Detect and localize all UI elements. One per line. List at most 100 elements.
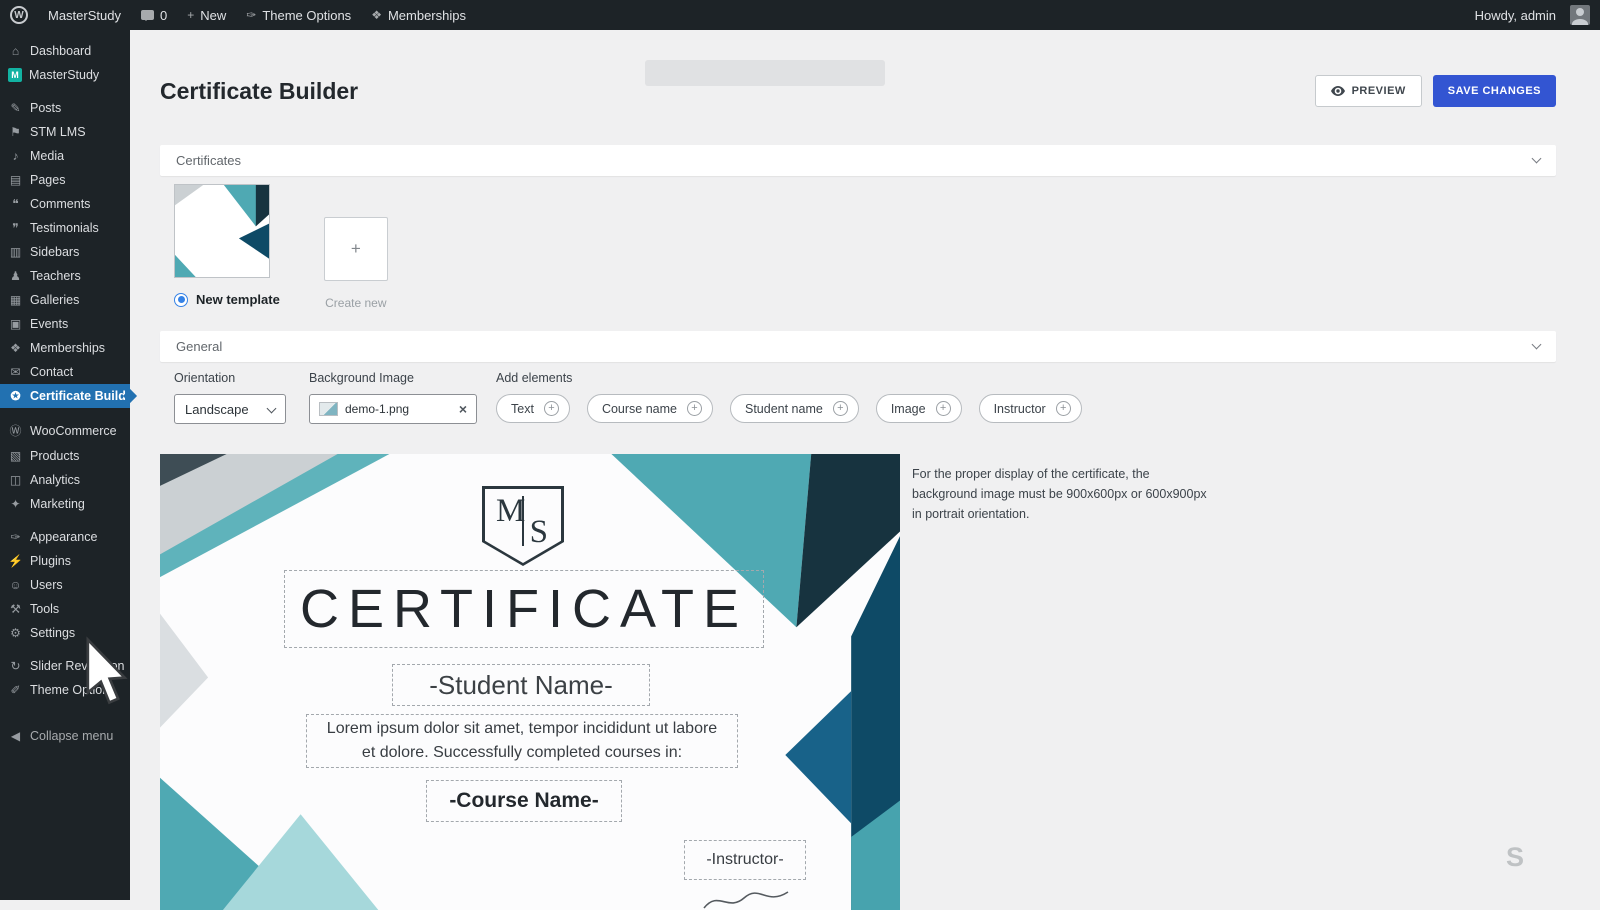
sidebar-item-marketing[interactable]: ✦Marketing bbox=[0, 492, 130, 516]
plus-icon: + bbox=[351, 239, 361, 259]
certificate-template-thumbnail[interactable] bbox=[174, 184, 270, 278]
slider-revolution-icon: ↻ bbox=[8, 659, 23, 673]
sidebar-item-dashboard[interactable]: ⌂ Dashboard bbox=[0, 39, 130, 63]
sidebar-item-products[interactable]: ▧Products bbox=[0, 444, 130, 468]
sidebar-item-media[interactable]: ♪Media bbox=[0, 144, 130, 168]
collapse-icon: ◀ bbox=[8, 729, 23, 743]
sidebar-item-label: Plugins bbox=[30, 554, 71, 568]
sidebar-item-masterstudy[interactable]: MMasterStudy bbox=[0, 63, 130, 87]
contact-icon: ✉ bbox=[8, 365, 23, 379]
description-text-element[interactable]: Lorem ipsum dolor sit amet, tempor incid… bbox=[306, 714, 738, 768]
instructor-element[interactable]: -Instructor- bbox=[684, 840, 806, 880]
logo-letter-m: M bbox=[496, 495, 525, 528]
account-menu[interactable]: Howdy, admin bbox=[1465, 0, 1600, 30]
sidebar-collapse-menu[interactable]: ◀Collapse menu bbox=[0, 724, 130, 748]
sidebar-item-comments[interactable]: ❝ Comments bbox=[0, 192, 130, 216]
dashboard-icon: ⌂ bbox=[8, 44, 23, 58]
add-instructor-button[interactable]: Instructor+ bbox=[979, 394, 1082, 423]
general-panel-body: Orientation Landscape Background Image d… bbox=[160, 362, 1556, 440]
media-icon: ♪ bbox=[8, 149, 23, 163]
sidebar-item-tools[interactable]: ⚒ Tools bbox=[0, 597, 130, 621]
admin-bar: W MasterStudy 0 + New ✑ Theme Options ❖ … bbox=[0, 0, 1600, 30]
sidebar-item-label: Theme Options bbox=[30, 683, 115, 697]
pill-label: Text bbox=[511, 402, 534, 416]
save-changes-button[interactable]: SAVE CHANGES bbox=[1433, 75, 1556, 107]
stm-lms-icon: ⚑ bbox=[8, 125, 23, 139]
sidebar-item-label: Sidebars bbox=[30, 245, 79, 259]
sidebar-item-teachers[interactable]: ♟Teachers bbox=[0, 264, 130, 288]
sidebar-item-label: Slider Revolution bbox=[30, 659, 125, 673]
add-image-button[interactable]: Image+ bbox=[876, 394, 962, 423]
sidebar-item-stm-lms[interactable]: ⚑STM LMS bbox=[0, 120, 130, 144]
sidebar-item-analytics[interactable]: ◫Analytics bbox=[0, 468, 130, 492]
general-panel-header[interactable]: General bbox=[160, 331, 1556, 362]
sidebar-item-settings[interactable]: ⚙Settings bbox=[0, 621, 130, 645]
preview-button[interactable]: PREVIEW bbox=[1315, 75, 1422, 107]
add-course-name-button[interactable]: Course name + bbox=[587, 394, 713, 423]
wordpress-logo-icon: W bbox=[10, 6, 28, 24]
certificates-panel: Certificates New template + bbox=[160, 145, 1556, 318]
certificate-title-element[interactable]: CERTIFICATE bbox=[284, 570, 764, 648]
sidebar-item-theme-options[interactable]: ✐ Theme Options bbox=[0, 678, 130, 702]
comments-icon: ❝ bbox=[8, 197, 23, 211]
theme-options-icon: ✐ bbox=[8, 683, 23, 697]
site-name-label: MasterStudy bbox=[48, 8, 121, 23]
template-radio[interactable] bbox=[174, 293, 188, 307]
clear-image-button[interactable]: × bbox=[459, 402, 467, 416]
pill-label: Instructor bbox=[994, 402, 1046, 416]
sidebar-item-appearance[interactable]: ✑Appearance bbox=[0, 525, 130, 549]
general-panel-title: General bbox=[176, 339, 222, 354]
memberships-icon: ❖ bbox=[8, 341, 23, 355]
sidebar-item-label: WooCommerce bbox=[30, 424, 117, 438]
certificate-canvas: M S CERTIFICATE -Student Name- Lorem ips… bbox=[160, 454, 900, 910]
appearance-icon: ✑ bbox=[8, 530, 23, 544]
new-content-button[interactable]: + New bbox=[177, 0, 236, 30]
memberships-shortcut[interactable]: ❖ Memberships bbox=[361, 0, 476, 30]
plugins-icon: ⚡ bbox=[8, 554, 23, 568]
theme-options-shortcut[interactable]: ✑ Theme Options bbox=[236, 0, 361, 30]
general-panel: General Orientation Landscape Background… bbox=[160, 331, 1556, 440]
create-new-template-button[interactable]: + bbox=[324, 217, 388, 281]
sidebar-item-slider-revolution[interactable]: ↻ Slider Revolution bbox=[0, 654, 130, 678]
plus-icon: + bbox=[687, 401, 702, 416]
sidebar-item-woocommerce[interactable]: ⓌWooCommerce bbox=[0, 417, 130, 444]
sidebar-item-label: Pages bbox=[30, 173, 65, 187]
sidebar-item-label: Users bbox=[30, 578, 63, 592]
student-name-element[interactable]: -Student Name- bbox=[392, 664, 650, 706]
sidebar-item-certificate-builder[interactable]: ✪Certificate Builder bbox=[0, 384, 130, 408]
sidebar-item-label: Posts bbox=[30, 101, 61, 115]
sidebar-item-label: Comments bbox=[30, 197, 90, 211]
sidebar-item-pages[interactable]: ▤ Pages bbox=[0, 168, 130, 192]
orientation-select[interactable]: Landscape bbox=[174, 394, 286, 424]
watermark-logo: S bbox=[1506, 842, 1524, 873]
sidebar-item-sidebars[interactable]: ▥Sidebars bbox=[0, 240, 130, 264]
plus-icon: + bbox=[544, 401, 559, 416]
certificates-panel-header[interactable]: Certificates bbox=[160, 145, 1556, 176]
sidebar-item-posts[interactable]: ✎Posts bbox=[0, 96, 130, 120]
pill-label: Course name bbox=[602, 402, 677, 416]
pill-label: Student name bbox=[745, 402, 823, 416]
add-text-button[interactable]: Text + bbox=[496, 394, 570, 423]
masterstudy-icon: M bbox=[8, 68, 22, 82]
background-image-input[interactable]: demo-1.png × bbox=[309, 394, 477, 424]
sidebar-item-label: Tools bbox=[30, 602, 59, 616]
orientation-value: Landscape bbox=[185, 402, 249, 417]
add-student-name-button[interactable]: Student name + bbox=[730, 394, 859, 423]
sidebar-item-users[interactable]: ☺Users bbox=[0, 573, 130, 597]
wordpress-logo-button[interactable]: W bbox=[0, 0, 38, 30]
sidebar-item-events[interactable]: ▣Events bbox=[0, 312, 130, 336]
pages-icon: ▤ bbox=[8, 173, 23, 187]
sidebar-item-testimonials[interactable]: ❞Testimonials bbox=[0, 216, 130, 240]
course-name-element[interactable]: -Course Name- bbox=[426, 780, 622, 822]
sidebar-item-label: Dashboard bbox=[30, 44, 91, 58]
site-name-link[interactable]: MasterStudy bbox=[38, 0, 131, 30]
brush-icon: ✑ bbox=[246, 8, 256, 22]
tools-icon: ⚒ bbox=[8, 602, 23, 616]
sidebar-item-contact[interactable]: ✉Contact bbox=[0, 360, 130, 384]
plus-icon: + bbox=[833, 401, 848, 416]
sidebar-item-label: Events bbox=[30, 317, 68, 331]
sidebar-item-galleries[interactable]: ▦Galleries bbox=[0, 288, 130, 312]
sidebar-item-plugins[interactable]: ⚡ Plugins bbox=[0, 549, 130, 573]
sidebar-item-memberships[interactable]: ❖Memberships bbox=[0, 336, 130, 360]
comments-shortcut[interactable]: 0 bbox=[131, 0, 177, 30]
